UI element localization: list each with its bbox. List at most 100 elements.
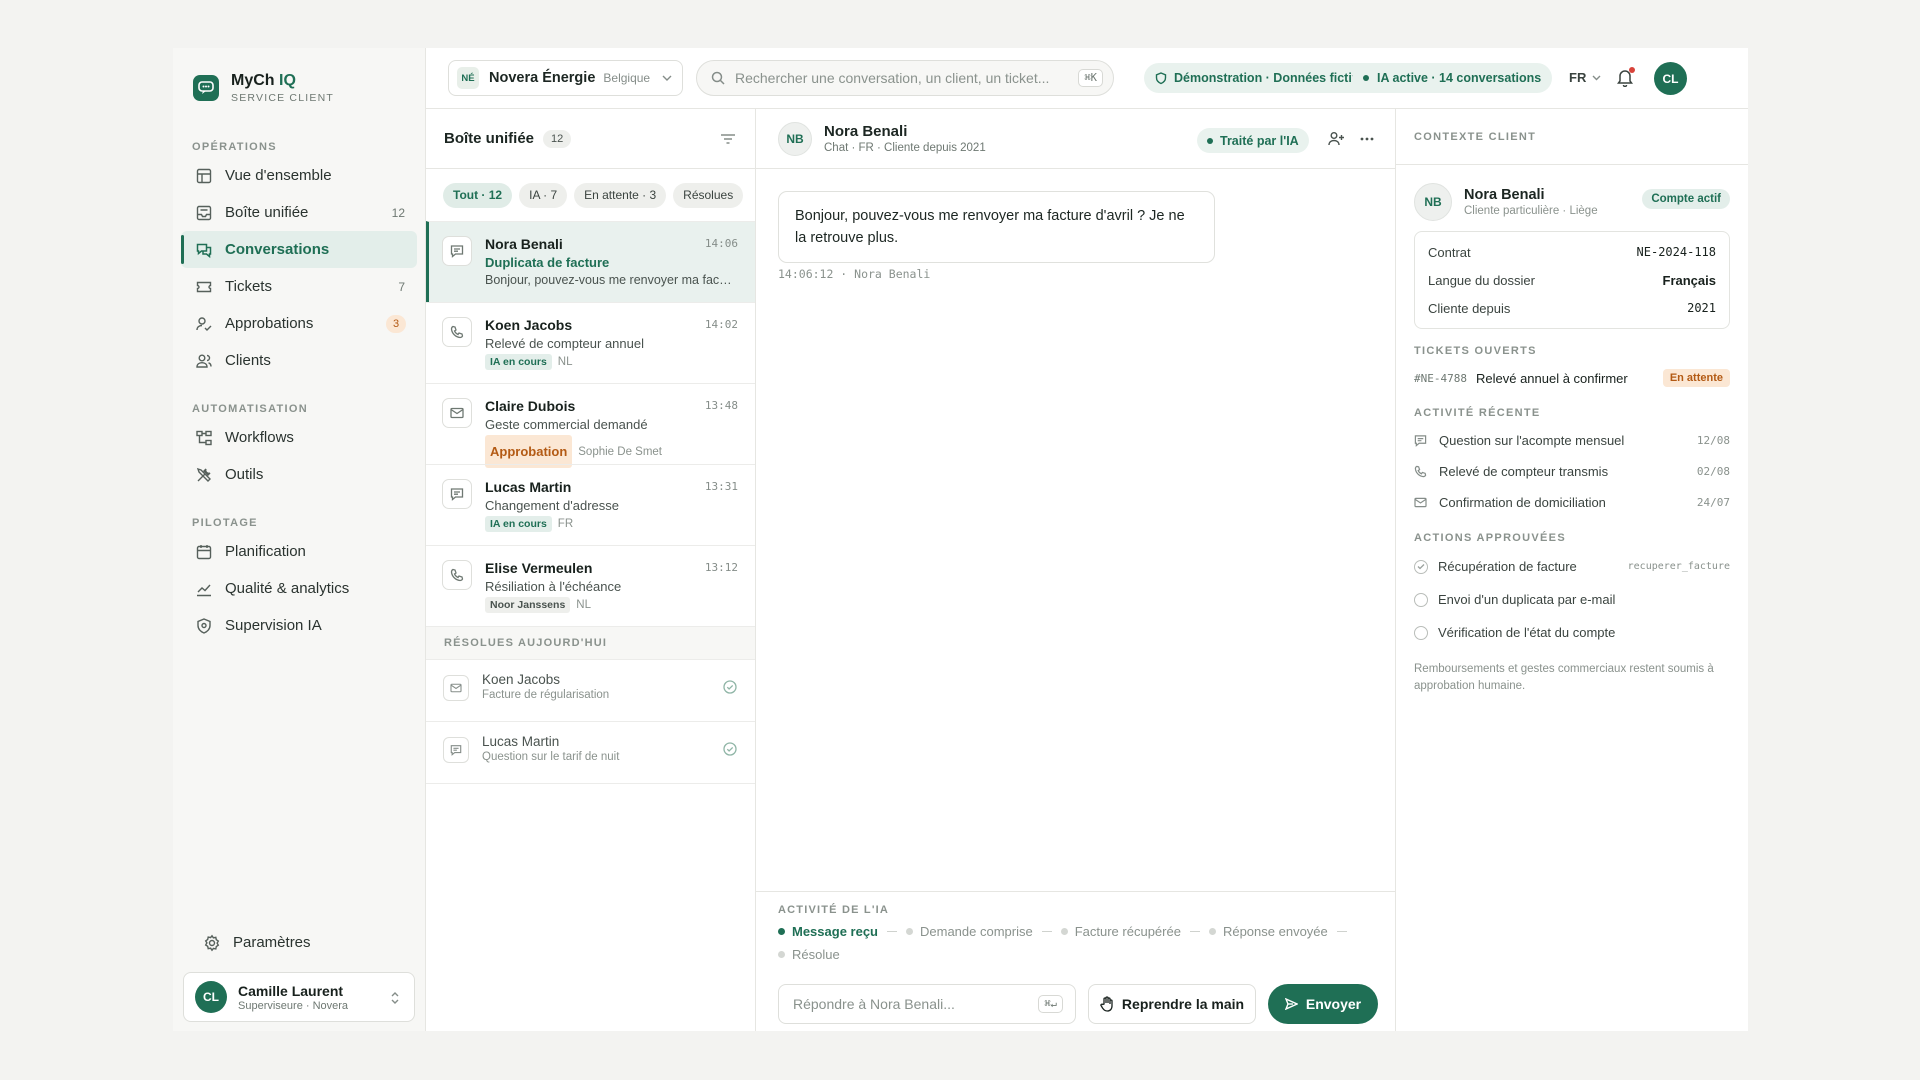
action-text: Vérification de l'état du compte <box>1438 625 1616 640</box>
section-operations: OPÉRATIONS <box>192 141 277 153</box>
sidebar-item-planning[interactable]: Planification <box>181 533 417 570</box>
sidebar-item-inbox[interactable]: Boîte unifiée 12 <box>181 194 417 231</box>
shield-icon <box>1155 71 1167 85</box>
inbox-icon <box>195 204 213 222</box>
sidebar-item-label: Qualité & analytics <box>225 580 350 597</box>
takeover-button[interactable]: Reprendre la main <box>1088 984 1256 1024</box>
approved-action: Récupération de facture recuperer_factur… <box>1414 550 1730 583</box>
add-user-icon[interactable] <box>1328 131 1345 146</box>
filter-resolved[interactable]: Résolues <box>673 182 744 208</box>
inbox-filters: Tout · 12 IA · 7 En attente · 3 Résolues <box>426 169 755 221</box>
sidebar-item-workflows[interactable]: Workflows <box>181 419 417 456</box>
main-area: NÉ Novera Énergie Belgique Rechercher un… <box>426 48 1748 1031</box>
activity-date: 12/08 <box>1696 434 1730 447</box>
activity-row[interactable]: Confirmation de domiciliation 24/07 <box>1414 487 1730 518</box>
chat-icon <box>442 479 472 509</box>
chevron-updown-icon <box>390 990 400 1006</box>
step-dot <box>1060 928 1068 935</box>
language-selector[interactable]: FR <box>1569 70 1601 85</box>
demo-pill: Démonstration · Données fictives <box>1144 63 1384 93</box>
conversation-item[interactable]: Nora Benali 14:06 Duplicata de facture B… <box>426 221 755 302</box>
section-pilotage: PILOTAGE <box>192 517 258 529</box>
sidebar-item-ai-supervision[interactable]: Supervision IA <box>181 607 417 644</box>
sidebar-item-settings[interactable]: Paramètres <box>189 924 426 961</box>
org-country: Belgique <box>603 71 651 85</box>
send-button[interactable]: Envoyer <box>1268 984 1378 1024</box>
activity-row[interactable]: Relevé de compteur transmis 02/08 <box>1414 456 1730 487</box>
step-label: Demande comprise <box>920 924 1033 939</box>
conversation-item[interactable]: Lucas Martin 13:31 Changement d'adresse … <box>426 464 755 545</box>
resolved-subject: Facture de régularisation <box>482 689 610 701</box>
approvals-count-badge: 3 <box>386 314 406 333</box>
workflow-icon <box>195 429 213 447</box>
activity-step: Résolue <box>778 945 840 964</box>
sidebar-item-clients[interactable]: Clients <box>181 342 417 379</box>
activity-step: Message reçu <box>778 922 878 941</box>
sidebar-item-analytics[interactable]: Qualité & analytics <box>181 570 417 607</box>
conversation-item[interactable]: Koen Jacobs 14:02 Relevé de compteur ann… <box>426 302 755 383</box>
resolved-name: Lucas Martin <box>482 734 560 749</box>
filter-ai[interactable]: IA · 7 <box>519 182 568 208</box>
mail-icon <box>442 398 472 428</box>
org-selector[interactable]: NÉ Novera Énergie Belgique <box>448 60 683 96</box>
conversation-name: Claire Dubois <box>485 398 576 414</box>
customer-details: Contrat NE-2024-118 Langue du dossier Fran… <box>1414 231 1730 329</box>
reply-input[interactable]: Répondre à Nora Benali... ⌘↵ <box>778 984 1076 1024</box>
conversation-item[interactable]: Claire Dubois 13:48 Geste commercial dem… <box>426 383 755 468</box>
takeover-label: Reprendre la main <box>1121 996 1245 1012</box>
org-tag: NÉ <box>457 67 479 89</box>
conversation-subject: Duplicata de facture <box>485 255 610 270</box>
conversation-header: NB Nora Benali Chat · FR · Cliente depui… <box>756 109 1395 169</box>
sidebar-item-tickets[interactable]: Tickets 7 <box>181 268 417 305</box>
customer-card: NB Nora Benali Cliente particulière · Li… <box>1414 183 1730 221</box>
approval-note: Remboursements et gestes commerciaux res… <box>1414 663 1714 692</box>
conversation-item[interactable]: Elise Vermeulen 13:12 Résiliation à l'éc… <box>426 545 755 626</box>
chevron-down-icon <box>662 75 672 81</box>
filter-icon[interactable] <box>721 133 735 144</box>
conversation-time: 13:31 <box>704 480 738 493</box>
conversation-subject: Résiliation à l'échéance <box>485 579 622 594</box>
avatar: NB <box>778 121 812 156</box>
sidebar-item-tools[interactable]: Outils <box>181 456 417 493</box>
filter-pending[interactable]: En attente · 3 <box>574 182 667 208</box>
user-menu[interactable]: CL Camille Laurent Superviseure · Novera <box>183 972 415 1022</box>
resolved-item[interactable]: Lucas Martin Question sur le tarif de nu… <box>426 722 755 784</box>
message-icon <box>1414 434 1429 447</box>
step-separator <box>887 931 897 932</box>
conversation-preview: Bonjour, pouvez-vous me renvoyer ma fact… <box>485 273 735 287</box>
status-tag: IA en cours <box>485 354 552 370</box>
step-separator <box>1336 931 1347 932</box>
ai-handled-badge: Traité par l'IA <box>1197 128 1309 153</box>
reply-shortcut: ⌘↵ <box>1038 995 1063 1013</box>
activity-text: Relevé de compteur transmis <box>1439 464 1609 479</box>
inbox-panel: Boîte unifiée 12 Tout · 12 IA · 7 En att… <box>426 109 756 1031</box>
sidebar-item-label: Conversations <box>225 241 330 258</box>
step-dot <box>1208 928 1216 935</box>
detail-value: NE-2024-118 <box>1636 245 1716 259</box>
step-dot <box>906 928 913 935</box>
sidebar: MyCh IQ SERVICE CLIENT OPÉRATIONS Vue d'… <box>173 48 426 1031</box>
sidebar-item-label: Supervision IA <box>225 617 322 634</box>
notifications-button[interactable] <box>1616 67 1635 87</box>
ticket-row[interactable]: #NE-4788 Relevé annuel à confirmer En at… <box>1414 369 1730 387</box>
activity-text: Confirmation de domiciliation <box>1439 495 1606 510</box>
step-label: Message reçu <box>792 924 878 939</box>
sidebar-item-overview[interactable]: Vue d'ensemble <box>181 157 417 194</box>
conversation-time: 14:02 <box>704 318 738 331</box>
avatar[interactable]: CL <box>1654 62 1687 95</box>
sidebar-item-approvals[interactable]: Approbations 3 <box>181 305 417 342</box>
step-label: Réponse envoyée <box>1222 924 1328 939</box>
sidebar-item-conversations[interactable]: Conversations <box>181 231 417 268</box>
user-name: Camille Laurent <box>238 982 344 999</box>
conversation-subject: Relevé de compteur annuel <box>485 336 644 351</box>
filter-all[interactable]: Tout · 12 <box>443 182 513 208</box>
more-icon[interactable] <box>1360 137 1374 141</box>
action-text: Envoi d'un duplicata par e-mail <box>1438 592 1616 607</box>
ai-activity-steps: Message reçu Demande comprise Facture ré… <box>778 922 1378 964</box>
search-input[interactable]: Rechercher une conversation, un client, … <box>696 60 1114 96</box>
language-tag: FR <box>557 518 574 530</box>
open-tickets-label: TICKETS OUVERTS <box>1414 345 1537 357</box>
activity-row[interactable]: Question sur l'acompte mensuel 12/08 <box>1414 425 1730 456</box>
resolved-item[interactable]: Koen Jacobs Facture de régularisation <box>426 660 755 722</box>
conversation-name: Koen Jacobs <box>485 317 573 333</box>
